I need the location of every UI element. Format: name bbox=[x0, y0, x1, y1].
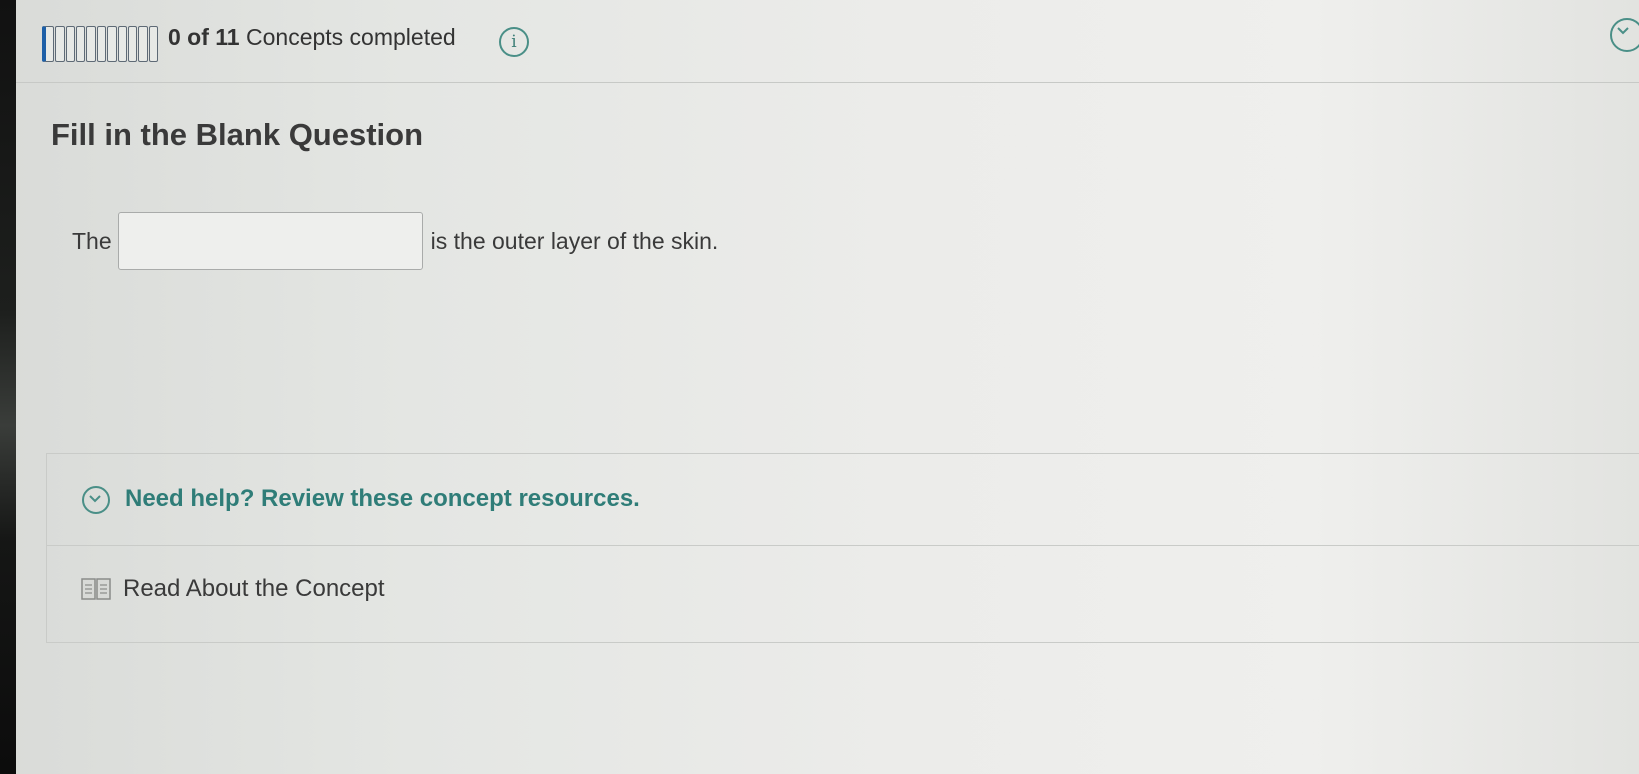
read-about-concept-link[interactable]: Read About the Concept bbox=[81, 574, 385, 604]
progress-status: 0 of 11 Concepts completed bbox=[168, 24, 456, 51]
progress-segment bbox=[117, 26, 127, 62]
progress-segment bbox=[65, 26, 76, 62]
concept-progress-bar bbox=[42, 26, 158, 62]
need-help-label: Need help? Review these concept resource… bbox=[125, 485, 640, 512]
concept-resources-panel: Need help? Review these concept resource… bbox=[46, 453, 1639, 643]
progress-segment bbox=[86, 26, 96, 62]
book-icon bbox=[81, 577, 111, 601]
progress-segment bbox=[127, 26, 138, 62]
progress-segment bbox=[55, 26, 65, 62]
progress-label: Concepts completed bbox=[246, 24, 456, 50]
sentence-prefix: The bbox=[72, 227, 112, 254]
chevron-down-circle-icon bbox=[82, 486, 110, 514]
progress-segment bbox=[148, 26, 158, 62]
progress-segment bbox=[42, 26, 55, 62]
chevron-down-circle-icon[interactable] bbox=[1610, 18, 1639, 52]
sentence-suffix: is the outer layer of the skin. bbox=[430, 227, 719, 254]
progress-segment bbox=[138, 26, 148, 62]
read-about-concept-label: Read About the Concept bbox=[123, 575, 385, 602]
progress-segment bbox=[76, 26, 86, 62]
progress-segment bbox=[96, 26, 107, 62]
progress-count: 0 of 11 bbox=[168, 24, 240, 50]
progress-segment bbox=[107, 26, 117, 62]
screen-bezel bbox=[0, 0, 16, 774]
need-help-toggle[interactable]: Need help? Review these concept resource… bbox=[47, 454, 1639, 546]
question-title: Fill in the Blank Question bbox=[51, 117, 424, 152]
blank-answer-input[interactable] bbox=[117, 212, 423, 270]
info-icon[interactable]: i bbox=[499, 27, 529, 57]
fill-in-blank-sentence: The is the outer layer of the skin. bbox=[72, 210, 718, 272]
